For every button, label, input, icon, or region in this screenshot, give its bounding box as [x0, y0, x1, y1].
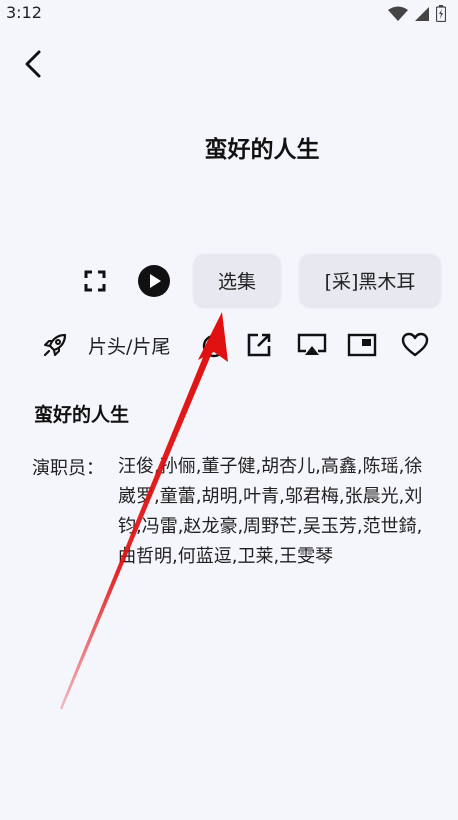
episodes-label: 选集 [217, 270, 256, 293]
favorite-button[interactable] [400, 330, 430, 360]
cast-list: 汪俊,孙俪,董子健,胡杏儿,高鑫,陈瑶,徐崴罗,童蕾,胡明,叶青,邬君梅,张晨光… [118, 456, 423, 567]
fullscreen-icon [84, 270, 106, 292]
battery-icon [436, 5, 446, 22]
status-icons [388, 5, 446, 22]
timer-button[interactable] [200, 330, 228, 360]
wifi-icon [388, 6, 408, 21]
back-button[interactable] [16, 46, 50, 82]
source-label: [采]黑木耳 [324, 270, 416, 293]
external-open-button[interactable] [244, 330, 274, 360]
cast-label: 演职员： [32, 458, 104, 479]
chevron-left-icon [25, 50, 41, 78]
signal-icon [415, 6, 429, 21]
timer-icon [202, 334, 226, 358]
skip-intro-button[interactable] [40, 330, 70, 360]
status-time: 3:12 [6, 3, 42, 22]
external-open-icon [247, 333, 271, 357]
cast-button[interactable] [296, 330, 328, 360]
heart-icon [401, 332, 429, 357]
skip-intro-label[interactable]: 片头/片尾 [88, 332, 170, 359]
picture-in-picture-icon [347, 333, 377, 357]
status-bar: 3:12 [0, 0, 458, 28]
cast-icon [297, 333, 327, 355]
episodes-button[interactable]: 选集 [194, 254, 280, 306]
play-button[interactable] [136, 263, 172, 299]
fullscreen-button[interactable] [80, 266, 110, 296]
picture-in-picture-button[interactable] [346, 330, 378, 360]
info-title: 蛮好的人生 [34, 404, 130, 426]
page-title: 蛮好的人生 [204, 137, 320, 163]
source-button[interactable]: [采]黑木耳 [300, 254, 440, 306]
play-icon [138, 265, 170, 297]
rocket-icon [43, 333, 67, 357]
